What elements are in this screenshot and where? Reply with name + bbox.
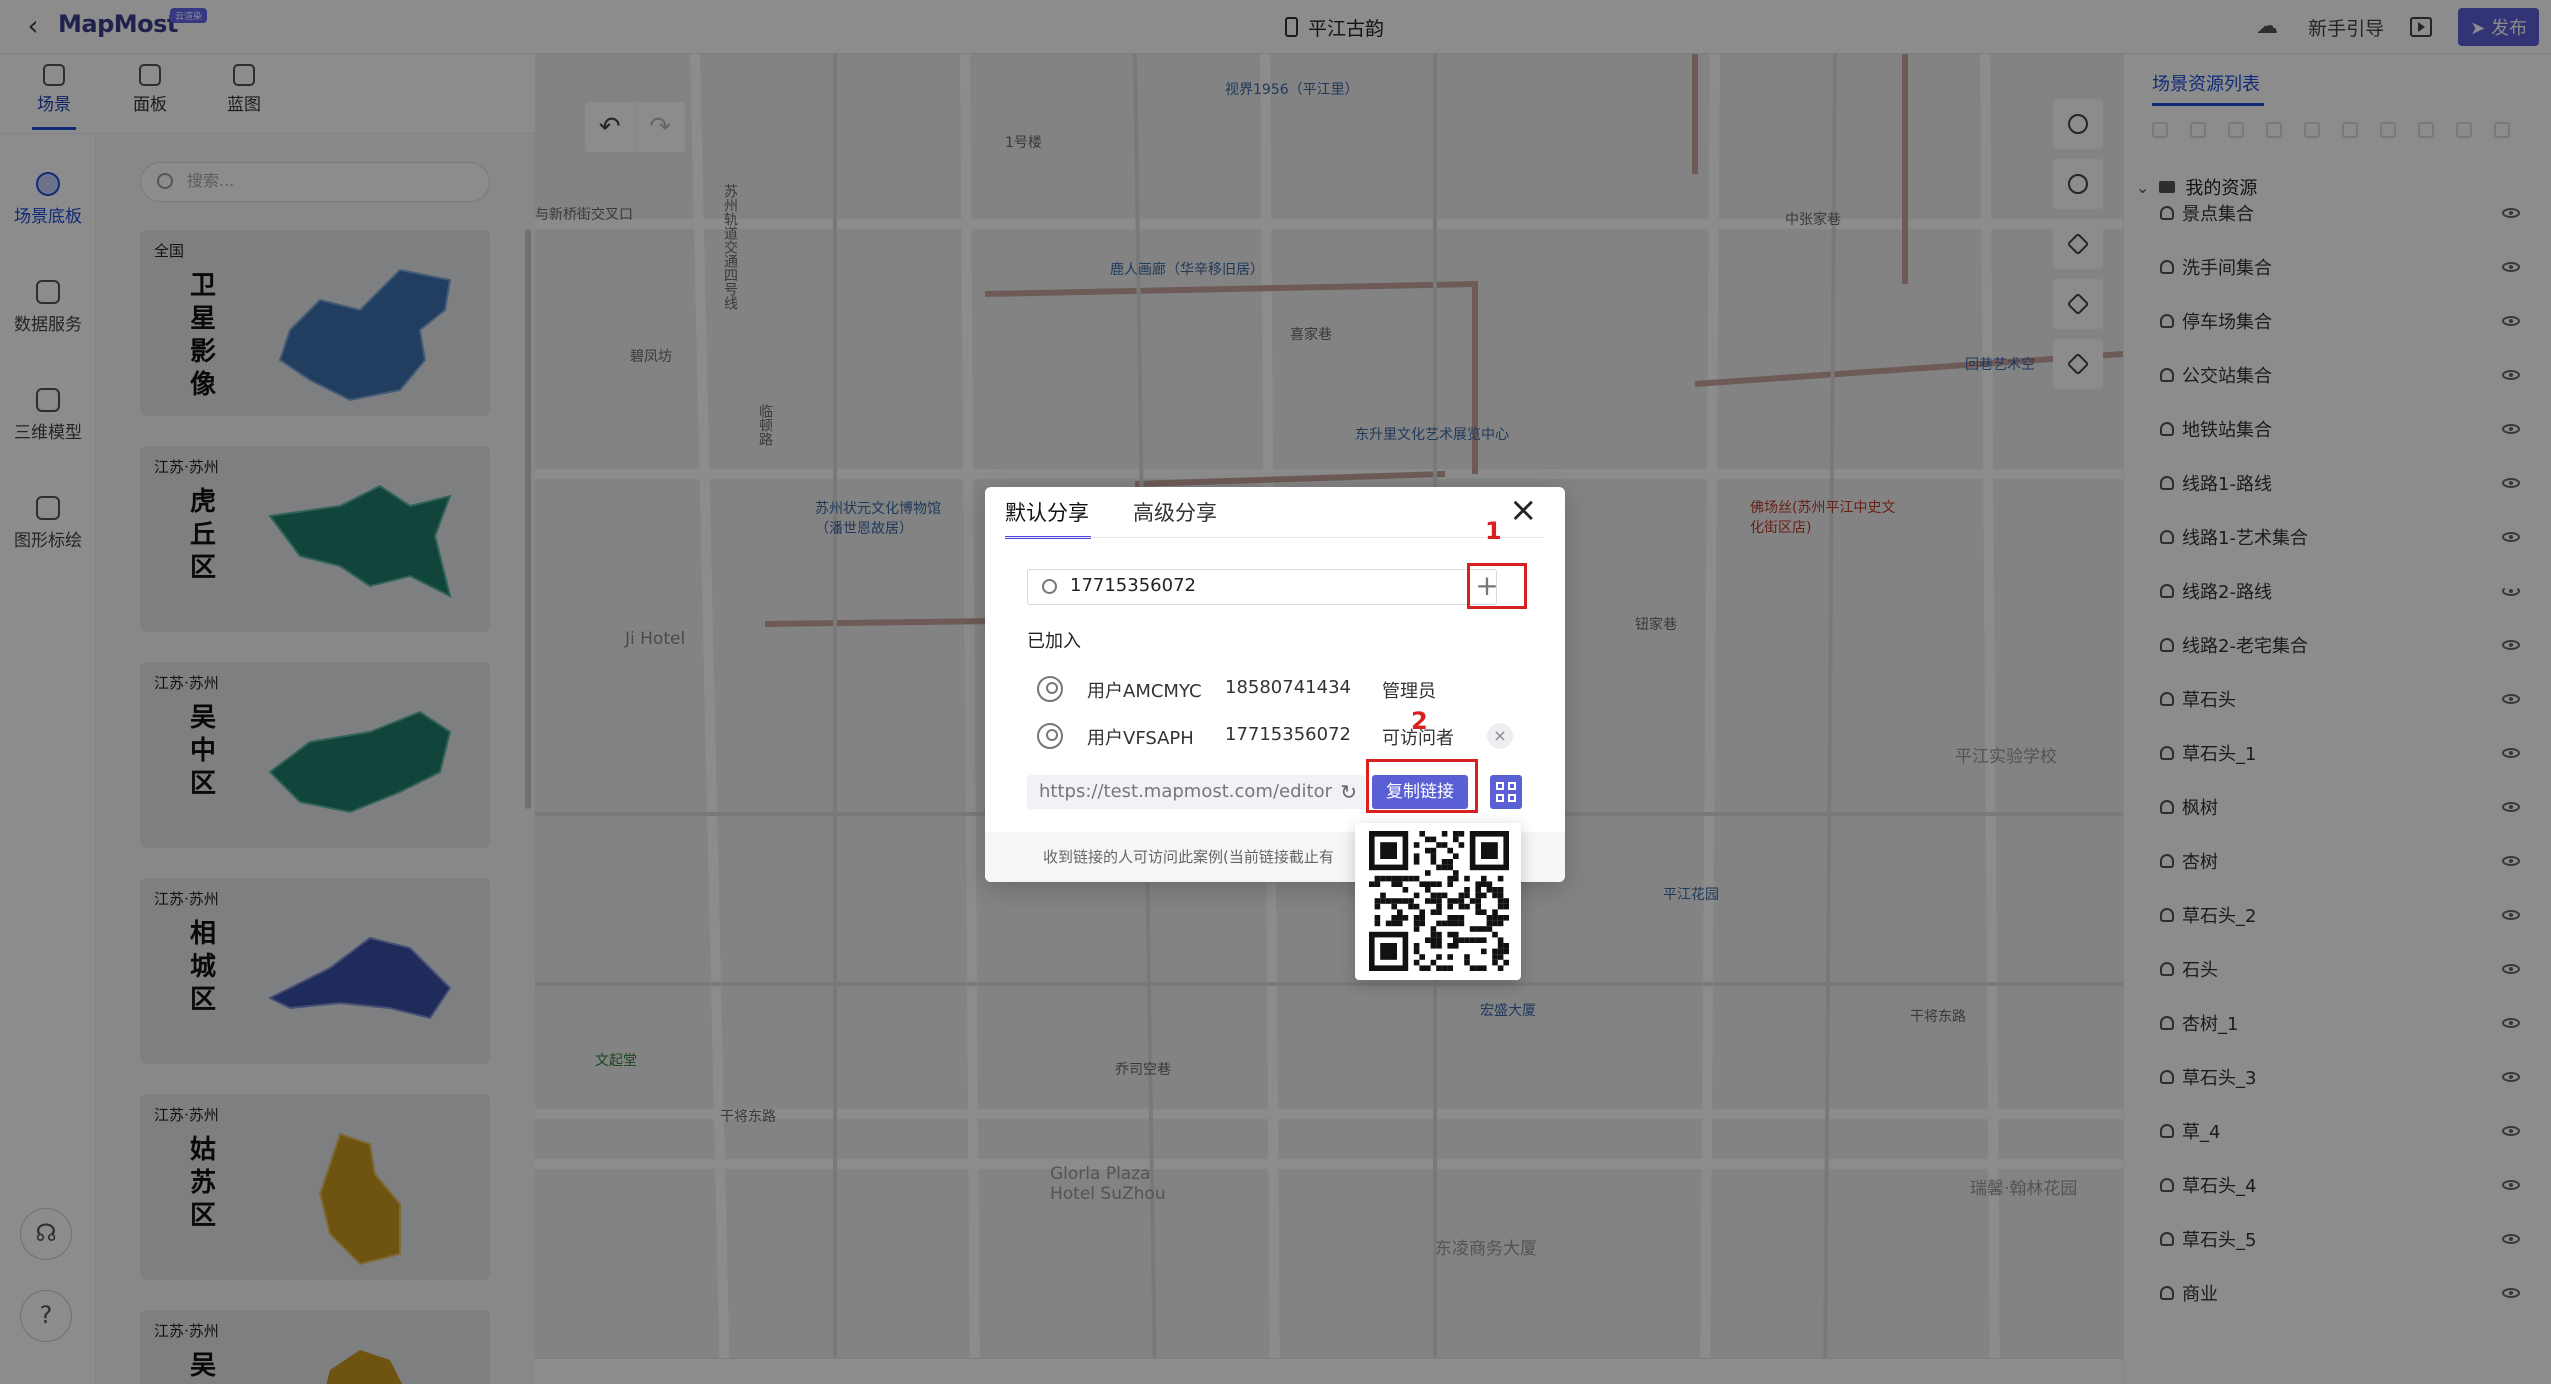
tab-divider <box>1005 537 1545 538</box>
member-row: 用户AMCMYC 18580741434 管理员 <box>1037 674 1537 704</box>
member-name: 用户VFSAPH <box>1087 728 1194 749</box>
joined-label: 已加入 <box>1027 631 1081 652</box>
annotation-1: 1 <box>1485 517 1502 545</box>
qr-code-popover <box>1355 823 1521 980</box>
member-name: 用户AMCMYC <box>1087 681 1202 702</box>
qr-code-image <box>1369 831 1509 971</box>
remove-member-icon[interactable]: × <box>1487 723 1513 749</box>
member-phone: 18580741434 <box>1225 677 1351 698</box>
member-search-value: 17715356072 <box>1070 575 1196 596</box>
member-search-input[interactable]: 17715356072 <box>1027 569 1497 605</box>
tab-advanced-share[interactable]: 高级分享 <box>1133 497 1217 527</box>
member-role: 管理员 <box>1382 681 1436 702</box>
tab-default-share[interactable]: 默认分享 <box>1005 497 1091 539</box>
highlight-box-1 <box>1467 563 1527 609</box>
share-link-text: https://test.mapmost.com/editor <box>1039 781 1332 802</box>
member-row: 用户VFSAPH 17715356072 可访问者 × <box>1037 721 1537 751</box>
annotation-2: 2 <box>1411 707 1428 735</box>
share-link-field[interactable]: https://test.mapmost.com/editor ↻ <box>1027 775 1365 809</box>
refresh-icon[interactable]: ↻ <box>1336 775 1357 809</box>
member-phone: 17715356072 <box>1225 724 1351 745</box>
qr-code-button[interactable] <box>1490 775 1522 809</box>
user-avatar-icon <box>1037 723 1063 749</box>
close-icon[interactable]: × <box>1509 493 1538 527</box>
highlight-box-2 <box>1366 759 1478 813</box>
user-avatar-icon <box>1037 676 1063 702</box>
search-icon <box>1042 579 1057 594</box>
